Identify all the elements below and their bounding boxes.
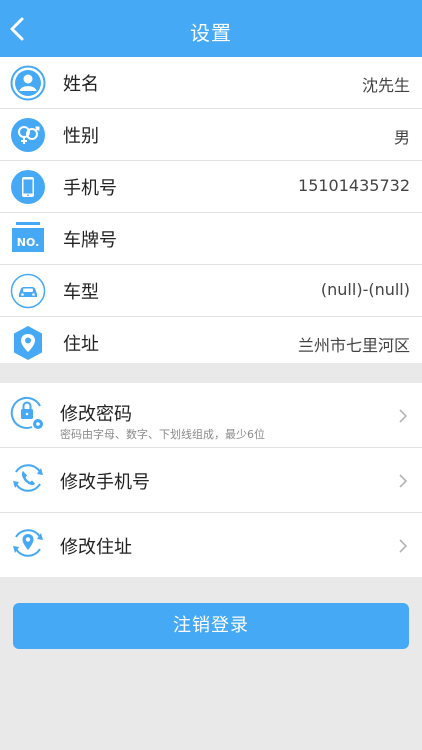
car-model-value: (null)-(null) [320,280,410,299]
chevron-right-icon [399,409,408,423]
phone-label: 手机号 [63,178,117,199]
gender-label: 性别 [63,126,99,147]
change-address-label: 修改住址 [60,537,132,558]
location-icon [14,326,42,360]
gender-icon [11,118,45,152]
profile-row-gender[interactable]: 性别 男 [0,109,422,161]
change-phone-item[interactable]: 修改手机号 [0,448,422,513]
password-hint: 密码由字母、数字、下划线组成，最少6位 [60,428,265,441]
phone-value: 15101435732 [298,176,410,195]
license-plate-icon-text: NO. [17,236,40,249]
lock-settings-icon [10,396,43,429]
change-password-label: 修改密码 [60,404,132,425]
address-label: 住址 [63,334,99,355]
profile-row-car-model[interactable]: 车型 (null)-(null) [0,265,422,317]
name-value: 沈先生 [361,76,410,95]
name-label: 姓名 [63,74,99,95]
profile-row-address[interactable]: 住址 兰州市七里河区 [0,317,422,368]
profile-row-name[interactable]: 姓名 沈先生 [0,57,422,109]
profile-row-plate[interactable]: NO. 车牌号 [0,213,422,265]
change-address-item[interactable]: 修改住址 [0,513,422,577]
actions-section: 修改密码 密码由字母、数字、下划线组成，最少6位 修改手机号 修改住址 [0,383,422,577]
top-bar: 设置 [0,0,422,57]
chevron-right-icon [399,474,408,488]
user-icon [10,65,46,101]
car-model-label: 车型 [63,282,99,303]
logout-button[interactable]: 注销登录 [13,603,409,649]
phone-icon [11,170,45,204]
license-plate-icon: NO. [12,222,44,252]
address-value: 兰州市七里河区 [297,336,410,355]
car-icon [10,273,46,309]
phone-refresh-icon [13,464,43,492]
change-phone-label: 修改手机号 [60,472,150,493]
page-title: 设置 [190,21,232,45]
profile-row-phone[interactable]: 手机号 15101435732 [0,161,422,213]
chevron-right-icon [399,539,408,553]
profile-section: 姓名 沈先生 性别 男 手机号 15101435732 NO. 车牌号 车型 (… [0,57,422,363]
gender-value: 男 [393,128,410,147]
plate-label: 车牌号 [63,230,117,251]
location-refresh-icon [13,529,43,557]
change-password-item[interactable]: 修改密码 密码由字母、数字、下划线组成，最少6位 [0,383,422,448]
